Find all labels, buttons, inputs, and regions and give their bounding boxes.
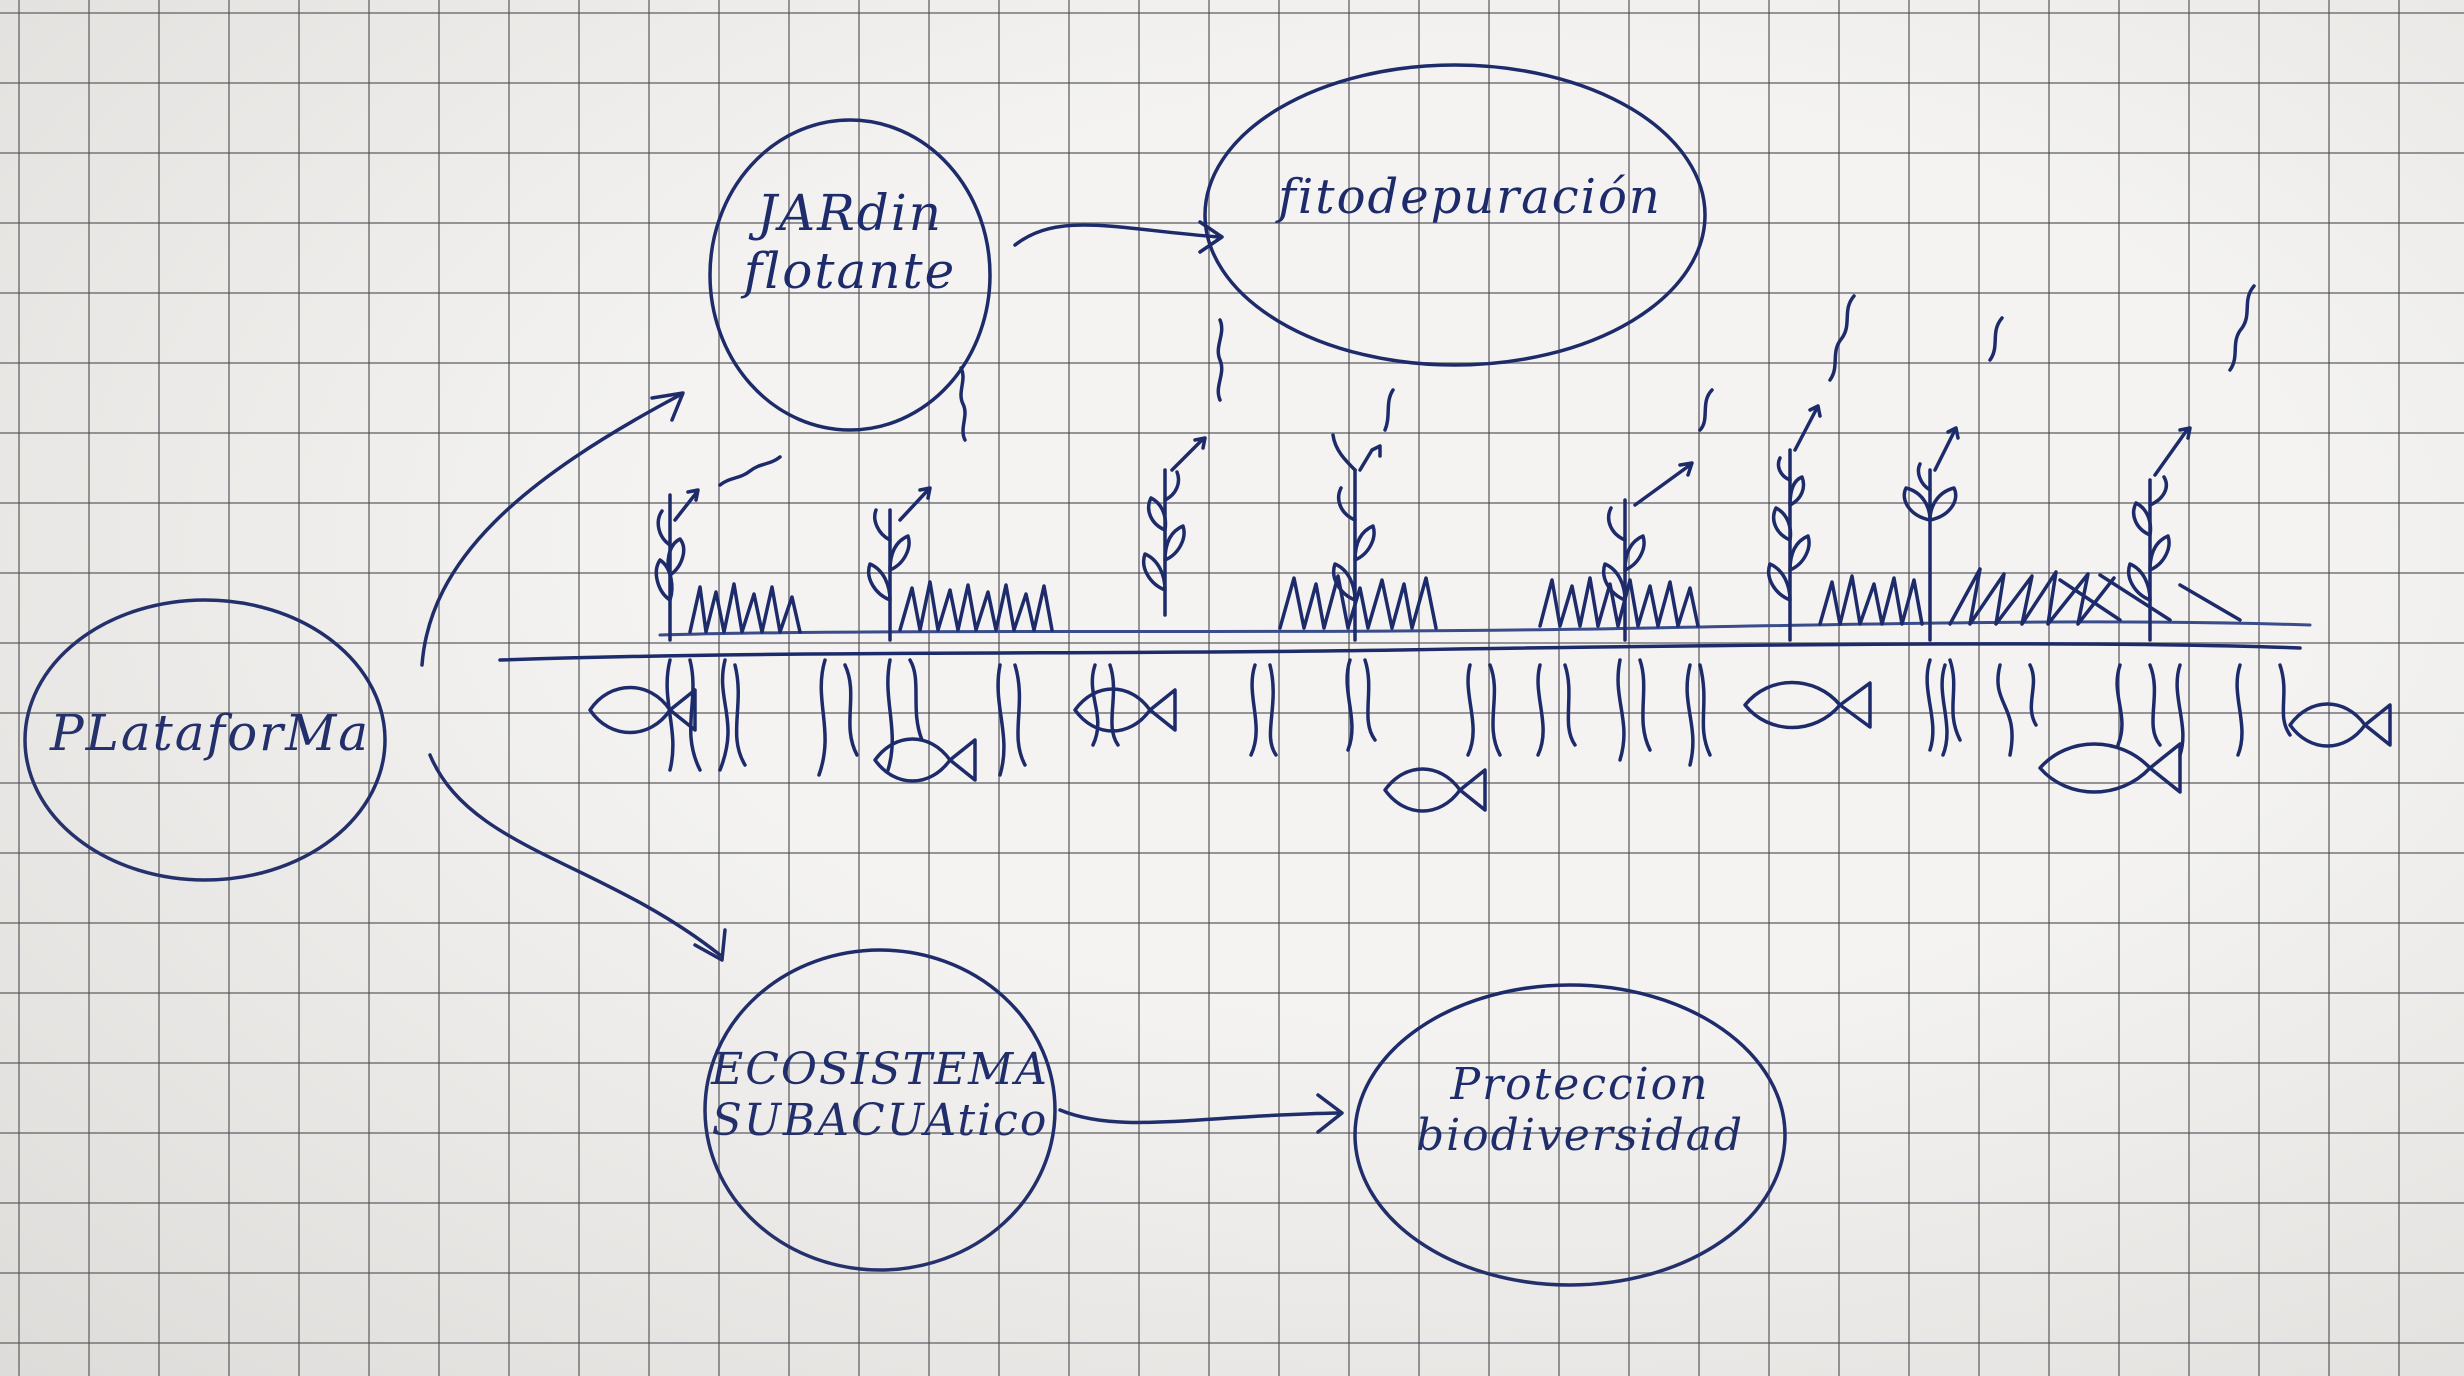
arrow-ecosistema-to-proteccion: [1058, 1093, 1344, 1134]
proteccion-text-line2: biodiversidad: [1415, 1109, 1745, 1161]
plataforma-text: PLataforMa: [50, 704, 371, 762]
fitodepuracion-label: fitodepuración: [1260, 169, 1680, 225]
plant-6: [1767, 404, 1822, 642]
fitodepuracion-text: fitodepuración: [1278, 169, 1662, 225]
jardin-text-line2: flotante: [743, 241, 957, 300]
arrow-plataforma-to-jardin: [420, 391, 685, 667]
proteccion-label: Proteccion biodiversidad: [1380, 1059, 1780, 1161]
fish-5: [1743, 680, 1872, 730]
fish-4: [1383, 767, 1487, 813]
arrow-jardin-to-fitodepuracion: [1013, 220, 1224, 254]
ecosistema-label: ECOSISTEMA SUBACUAtico: [690, 1044, 1070, 1146]
diagram-ink-layer: [23, 63, 2392, 1287]
proteccion-text-line1: Proteccion: [1450, 1059, 1710, 1110]
graph-paper-sheet: PLataforMa JARdin flotante fitodepuració…: [0, 0, 2464, 1376]
arrow-plataforma-to-ecosistema: [428, 753, 727, 962]
plant-8: [2127, 426, 2192, 642]
ecosistema-text-line1: ECOSISTEMA: [711, 1044, 1049, 1095]
jardin-flotante-label: JARdin flotante: [720, 184, 980, 300]
jardin-text-line1: JARdin: [757, 184, 943, 242]
plataforma-label: PLataforMa: [50, 704, 371, 763]
fish-3: [1073, 687, 1177, 733]
plant-3: [1142, 436, 1207, 617]
ecosistema-text-line2: SUBACUAtico: [711, 1094, 1049, 1146]
fish-7: [2288, 702, 2392, 748]
water-surface: [498, 620, 2312, 662]
fish-1: [588, 685, 697, 735]
fish-6: [2038, 742, 2182, 794]
